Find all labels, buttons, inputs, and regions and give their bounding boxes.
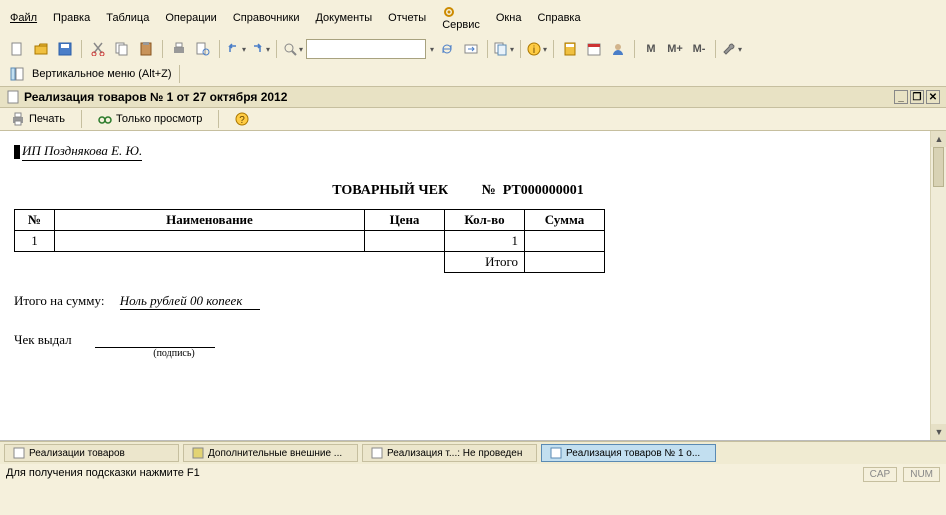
save-btn[interactable] (54, 39, 76, 59)
list-icon (192, 447, 204, 459)
document-title: Реализация товаров № 1 от 27 октября 201… (24, 90, 287, 104)
task-tab-2[interactable]: Реализация т...: Не проведен (362, 444, 537, 462)
menu-windows[interactable]: Окна (492, 10, 526, 26)
close-btn[interactable]: ✕ (926, 90, 940, 104)
memory-mplus-btn[interactable]: M+ (664, 39, 686, 59)
col-price: Цена (365, 210, 445, 231)
main-menu: Файл Правка Таблица Операции Справочники… (0, 0, 946, 36)
status-cap: CAP (863, 467, 898, 482)
svg-text:?: ? (240, 115, 246, 126)
new-btn[interactable] (6, 39, 28, 59)
scroll-down-btn[interactable]: ▼ (931, 424, 946, 440)
col-qty: Кол-во (445, 210, 525, 231)
menu-references[interactable]: Справочники (229, 10, 304, 26)
menu-service[interactable]: Сервис (438, 3, 484, 33)
redo-btn[interactable]: ▾ (249, 39, 271, 59)
menu-operations[interactable]: Операции (161, 10, 220, 26)
memory-mminus-btn[interactable]: M- (688, 39, 710, 59)
cursor-marker (14, 145, 20, 159)
print-btn[interactable] (168, 39, 190, 59)
status-bar: Для получения подсказки нажмите F1 CAP N… (0, 464, 946, 485)
window-taskbar: Реализации товаров Дополнительные внешни… (0, 441, 946, 464)
signature-line: Чек выдал (14, 332, 932, 348)
info-btn[interactable]: i▾ (526, 39, 548, 59)
scroll-thumb[interactable] (933, 147, 944, 187)
doc-icon (550, 447, 562, 459)
refresh-btn[interactable] (436, 39, 458, 59)
cut-btn[interactable] (87, 39, 109, 59)
table-total-row: Итого (15, 252, 605, 273)
signature-caption: (подпись) (114, 348, 234, 359)
vertical-scrollbar[interactable]: ▲ ▼ (930, 131, 946, 440)
menu-help[interactable]: Справка (533, 10, 584, 26)
goto-btn[interactable] (460, 39, 482, 59)
issuer-name: ИП Позднякова Е. Ю. (22, 143, 142, 161)
search-dropdown[interactable]: ▾ (430, 45, 434, 54)
paste-btn[interactable] (135, 39, 157, 59)
gear-icon (442, 5, 456, 19)
view-only-btn[interactable]: Только просмотр (93, 110, 207, 128)
menu-reports[interactable]: Отчеты (384, 10, 430, 26)
col-name: Наименование (55, 210, 365, 231)
status-num: NUM (903, 467, 940, 482)
col-no: № (15, 210, 55, 231)
col-sum: Сумма (525, 210, 605, 231)
doc-icon (6, 90, 20, 104)
vertical-menu-icon[interactable] (6, 64, 28, 84)
search-input[interactable] (306, 39, 426, 59)
memory-m-btn[interactable]: M (640, 39, 662, 59)
printer-icon (11, 112, 25, 126)
svg-text:i: i (533, 45, 535, 56)
doc-icon (371, 447, 383, 459)
calendar-btn[interactable] (583, 39, 605, 59)
task-tab-3[interactable]: Реализация товаров № 1 о... (541, 444, 716, 462)
secondary-toolbar: Вертикальное меню (Alt+Z) (0, 62, 946, 86)
document-toolbar: Печать Только просмотр ? (0, 108, 946, 131)
doc-help-btn[interactable]: ? (230, 110, 254, 128)
sum-line: Итого на сумму: Ноль рублей 00 копеек (14, 293, 932, 310)
status-hint: Для получения подсказки нажмите F1 (6, 467, 200, 482)
doc-icon (13, 447, 25, 459)
help-icon: ? (235, 112, 249, 126)
find-btn[interactable]: ▾ (282, 39, 304, 59)
preview-btn[interactable] (192, 39, 214, 59)
glasses-icon (98, 112, 112, 126)
tools-btn[interactable]: ▾ (721, 39, 743, 59)
copydoc-btn[interactable]: ▾ (493, 39, 515, 59)
table-row: 1 1 (15, 231, 605, 252)
menu-documents[interactable]: Документы (311, 10, 376, 26)
receipt-heading: ТОВАРНЫЙ ЧЕК № РТ000000001 (14, 183, 932, 199)
doc-print-btn[interactable]: Печать (6, 110, 70, 128)
vertical-menu-label[interactable]: Вертикальное меню (Alt+Z) (32, 68, 172, 80)
task-tab-1[interactable]: Дополнительные внешние ... (183, 444, 358, 462)
menu-table[interactable]: Таблица (102, 10, 153, 26)
task-tab-0[interactable]: Реализации товаров (4, 444, 179, 462)
maximize-btn[interactable]: ❐ (910, 90, 924, 104)
user-btn[interactable] (607, 39, 629, 59)
receipt-table: № Наименование Цена Кол-во Сумма 1 1 Ито… (14, 209, 605, 273)
calc-btn[interactable] (559, 39, 581, 59)
main-toolbar: ▾ ▾ ▾ ▾ ▾ i▾ M M+ M- ▾ (0, 36, 946, 62)
undo-btn[interactable]: ▾ (225, 39, 247, 59)
menu-edit[interactable]: Правка (49, 10, 94, 26)
copy-btn[interactable] (111, 39, 133, 59)
scroll-up-btn[interactable]: ▲ (931, 131, 946, 147)
open-btn[interactable] (30, 39, 52, 59)
minimize-btn[interactable]: _ (894, 90, 908, 104)
document-body: ИП Позднякова Е. Ю. ТОВАРНЫЙ ЧЕК № РТ000… (0, 131, 946, 441)
document-window-titlebar: Реализация товаров № 1 от 27 октября 201… (0, 86, 946, 108)
menu-file[interactable]: Файл (6, 10, 41, 26)
